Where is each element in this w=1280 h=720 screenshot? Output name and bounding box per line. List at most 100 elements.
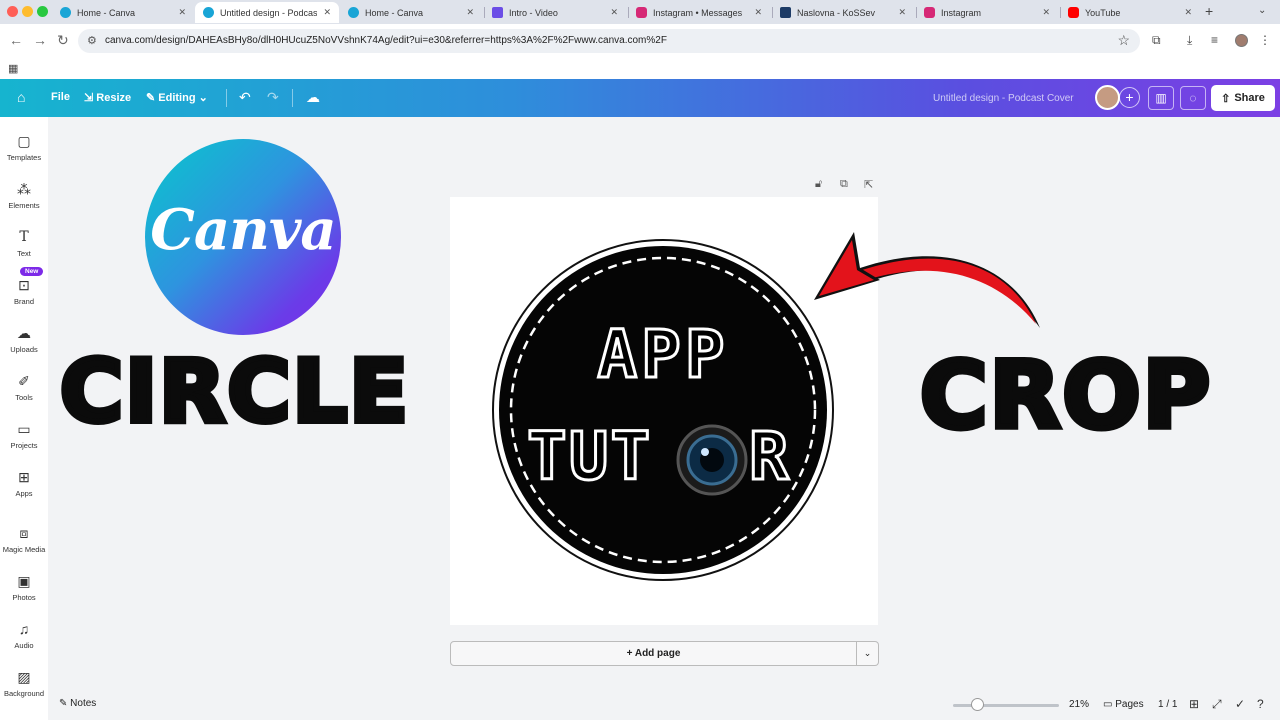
check-circle-icon[interactable]: ✓	[1235, 697, 1245, 711]
video-favicon-icon	[492, 7, 503, 18]
forward-arrow-icon[interactable]: →	[33, 32, 47, 48]
chevron-down-icon: ⌄	[198, 92, 208, 104]
duplicate-page-icon[interactable]: ⧉	[840, 178, 848, 191]
insights-chart-icon[interactable]: ▥	[1148, 86, 1174, 110]
zoom-slider[interactable]	[953, 704, 1059, 707]
notes-icon: ✎	[59, 698, 68, 709]
browser-tab[interactable]: Intro - Video ✕	[484, 2, 626, 23]
tools-icon: ✐	[18, 373, 30, 389]
rail-item-audio[interactable]: ♫ Audio	[0, 621, 48, 650]
close-tab-icon[interactable]: ✕	[1184, 7, 1192, 18]
add-page-button[interactable]: + Add page	[450, 641, 857, 666]
zoom-slider-handle[interactable]	[971, 698, 984, 711]
editor-footer	[48, 692, 1280, 720]
bookmark-star-icon[interactable]: ☆	[1117, 32, 1130, 49]
extensions-icon[interactable]: ⧉	[1152, 33, 1161, 48]
resize-button[interactable]: ⇲ Resize	[84, 91, 131, 104]
red-arrow-icon	[814, 232, 1040, 328]
browser-tab[interactable]: Naslovna - KoSSev ✕	[772, 2, 914, 23]
badge-line-r: R	[748, 417, 791, 497]
kossev-favicon-icon	[780, 7, 791, 18]
close-tab-icon[interactable]: ✕	[898, 7, 906, 18]
browser-tab[interactable]: Home - Canva ✕	[340, 2, 482, 23]
rail-item-photos[interactable]: ▣ Photos	[0, 573, 48, 602]
file-menu-button[interactable]: File	[51, 91, 70, 103]
redo-icon[interactable]: ↷	[267, 89, 279, 106]
circular-badge-image[interactable]: APP TUT R	[491, 238, 835, 582]
rail-item-apps[interactable]: ⊞ Apps	[0, 469, 48, 498]
help-icon[interactable]: ?	[1257, 697, 1264, 711]
design-title[interactable]: Untitled design - Podcast Cover	[933, 93, 1074, 104]
brand-icon: ⊡	[18, 277, 30, 293]
rail-item-projects[interactable]: ▭ Projects	[0, 421, 48, 450]
window-zoom-button[interactable]	[37, 6, 48, 17]
close-tab-icon[interactable]: ✕	[323, 7, 331, 18]
browser-tab[interactable]: Instagram • Messages ✕	[628, 2, 770, 23]
comment-icon[interactable]: ◌	[1180, 86, 1206, 110]
rail-item-uploads[interactable]: ☁ Uploads	[0, 325, 48, 354]
close-tab-icon[interactable]: ✕	[754, 7, 762, 18]
user-avatar[interactable]	[1095, 85, 1120, 110]
instagram-favicon-icon	[636, 7, 647, 18]
close-tab-icon[interactable]: ✕	[178, 7, 186, 18]
browser-menu-icon[interactable]: ⋮	[1259, 33, 1271, 47]
browser-tab[interactable]: YouTube ✕	[1060, 2, 1200, 23]
browser-tab-strip: Home - Canva ✕ Untitled design - Podcast…	[0, 0, 1280, 24]
youtube-favicon-icon	[1068, 7, 1079, 18]
browser-tab[interactable]: Home - Canva ✕	[52, 2, 194, 23]
background-icon: ▨	[17, 669, 31, 685]
rail-item-tools[interactable]: ✐ Tools	[0, 373, 48, 402]
rail-item-elements[interactable]: ⁂ Elements	[0, 181, 48, 210]
browser-toolbar: ← → ↻ ⚙ canva.com/design/DAHEAsBHy8o/dlH…	[0, 24, 1280, 57]
header-divider	[226, 89, 227, 107]
badge-line-app: APP	[596, 315, 729, 395]
lock-page-icon[interactable]: 🔓︎	[815, 178, 822, 191]
browser-tab-active[interactable]: Untitled design - Podcast ✕	[195, 2, 339, 23]
new-badge: New	[20, 267, 44, 276]
cloud-saved-icon[interactable]: ☁	[306, 89, 320, 106]
rail-item-text[interactable]: T Text	[0, 229, 48, 258]
header-divider	[292, 89, 293, 107]
folder-icon: ▭	[17, 421, 31, 437]
bookmarks-bar: ▦	[0, 57, 1280, 79]
elements-icon: ⁂	[17, 181, 31, 197]
grid-view-icon[interactable]: ⊞	[1189, 697, 1199, 711]
new-tab-icon[interactable]: +	[1205, 3, 1213, 19]
fullscreen-icon[interactable]: ⤢	[1212, 697, 1222, 712]
rail-item-brand[interactable]: ⊡ Brand	[0, 277, 48, 306]
window-close-button[interactable]	[7, 6, 18, 17]
rail-item-magic-media[interactable]: ⧈ Magic Media	[0, 525, 48, 554]
canva-favicon-icon	[203, 7, 214, 18]
back-arrow-icon[interactable]: ←	[9, 32, 23, 48]
close-tab-icon[interactable]: ✕	[1042, 7, 1050, 18]
editing-mode-button[interactable]: ✎ Editing ⌄	[146, 91, 208, 104]
address-url: canva.com/design/DAHEAsBHy8o/dlH0HUcuZ5N…	[105, 35, 667, 46]
browser-profile-avatar[interactable]	[1235, 34, 1248, 47]
canva-logo-text: Canva	[150, 197, 336, 263]
undo-icon[interactable]: ↶	[239, 89, 251, 106]
share-button[interactable]: ⇧ Share	[1211, 85, 1275, 111]
tab-search-chevron-icon[interactable]: ⌄	[1258, 5, 1266, 16]
add-page-chevron-icon[interactable]: ⌄	[857, 641, 879, 666]
close-tab-icon[interactable]: ✕	[610, 7, 618, 18]
browser-tab[interactable]: Instagram ✕	[916, 2, 1058, 23]
zoom-value[interactable]: 21%	[1069, 699, 1089, 710]
download-icon[interactable]: ⤓	[1187, 33, 1192, 48]
resize-icon: ⇲	[84, 92, 94, 104]
add-page-icon[interactable]: ⇱	[864, 178, 873, 191]
pages-button[interactable]: ▭ Pages	[1103, 699, 1144, 710]
rail-item-templates[interactable]: ▢ Templates	[0, 133, 48, 162]
canva-header: ⌂ File ⇲ Resize ✎ Editing ⌄ ↶ ↷ ☁ Untitl…	[0, 79, 1280, 117]
media-control-icon[interactable]: ≡	[1211, 33, 1218, 47]
site-settings-icon[interactable]: ⚙	[87, 34, 97, 47]
window-minimize-button[interactable]	[22, 6, 33, 17]
invite-plus-icon[interactable]: +	[1119, 87, 1140, 108]
close-tab-icon[interactable]: ✕	[466, 7, 474, 18]
home-icon[interactable]: ⌂	[17, 89, 25, 105]
reload-icon[interactable]: ↻	[57, 32, 69, 49]
rail-item-background[interactable]: ▨ Background	[0, 669, 48, 698]
apps-grid-icon[interactable]: ▦	[8, 62, 18, 75]
notes-button[interactable]: ✎ Notes	[59, 698, 96, 709]
address-bar[interactable]: ⚙ canva.com/design/DAHEAsBHy8o/dlH0HUcuZ…	[78, 29, 1140, 53]
badge-svg	[492, 239, 834, 581]
